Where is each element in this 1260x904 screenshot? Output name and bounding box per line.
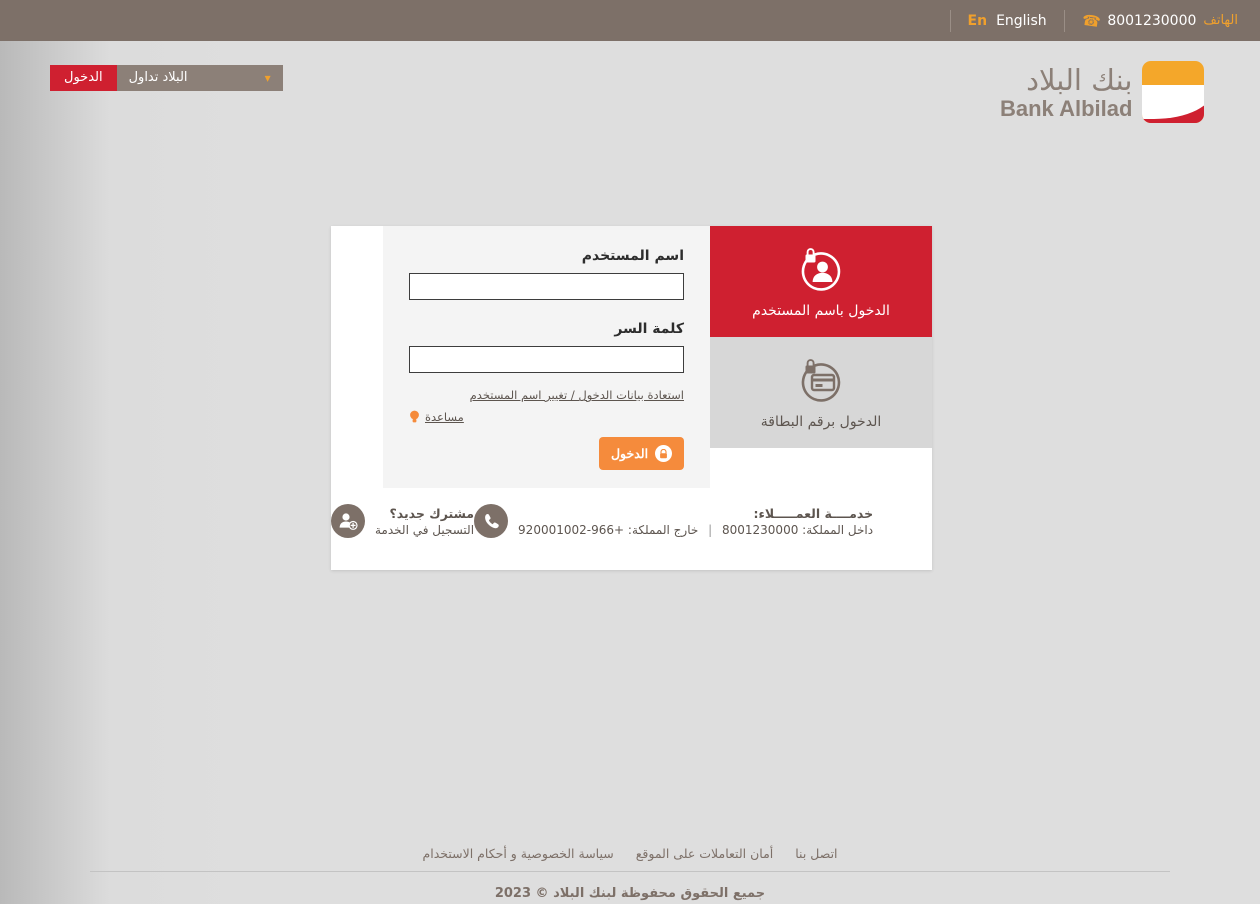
header-nav: الدخول البلاد تداول ▾ — [50, 65, 287, 91]
login-submit-button[interactable]: الدخول — [599, 437, 684, 470]
phone-circle-icon — [474, 504, 509, 538]
phone-icon: ☎ — [1080, 10, 1102, 31]
footer-link-privacy[interactable]: سياسة الخصوصية و أحكام الاستخدام — [422, 846, 613, 861]
tab-login-username-label: الدخول باسم المستخدم — [752, 302, 890, 319]
username-label: اسم المستخدم — [581, 248, 684, 264]
trade-dropdown[interactable]: البلاد تداول ▾ — [116, 65, 283, 91]
footer-links: سياسة الخصوصية و أحكام الاستخدام أمان ال… — [90, 846, 1170, 872]
logo-english-text: Bank Albilad — [1000, 96, 1133, 121]
chevron-down-icon: ▾ — [264, 71, 271, 85]
header-login-button[interactable]: الدخول — [50, 65, 117, 91]
lightbulb-icon — [410, 410, 419, 423]
customer-service-numbers: داخل المملكة: 8001230000 | خارج المملكة:… — [518, 523, 873, 537]
card-lock-icon — [801, 358, 841, 402]
bank-logo[interactable]: بنك البلاد Bank Albilad — [1000, 61, 1205, 123]
card-footer-strip: مشترك جديد؟ التسجيل في الخدمة خدمــــة ا… — [331, 488, 932, 538]
tab-login-card-label: الدخول برقم البطاقة — [760, 413, 882, 430]
login-form: اسم المستخدم كلمة السر استعادة بيانات ال… — [383, 226, 710, 488]
topbar-phone: الهاتف 8001230000 ☎ — [1080, 10, 1238, 31]
login-submit-label: الدخول — [610, 447, 649, 461]
add-user-icon — [331, 504, 365, 538]
tab-login-username[interactable]: الدخول باسم المستخدم — [699, 226, 932, 337]
language-switcher[interactable]: English En — [968, 13, 1047, 29]
password-input[interactable] — [409, 346, 684, 373]
logo-mark-icon — [1142, 61, 1205, 123]
customer-service-block: خدمــــة العمـــــلاء: داخل المملكة: 800… — [474, 504, 873, 538]
page-footer: سياسة الخصوصية و أحكام الاستخدام أمان ال… — [90, 846, 1170, 901]
inside-kingdom-label: داخل المملكة: — [802, 522, 874, 537]
new-subscriber-subtitle[interactable]: التسجيل في الخدمة — [375, 523, 474, 537]
user-lock-icon — [801, 247, 841, 291]
customer-service-title: خدمــــة العمـــــلاء: — [753, 505, 874, 521]
login-method-tabs: الدخول باسم المستخدم الدخول برقم البطاقة — [699, 226, 932, 488]
numbers-separator: | — [708, 522, 713, 537]
trade-dropdown-label: البلاد تداول — [128, 70, 188, 85]
form-links: استعادة بيانات الدخول / تغيير اسم المستخ… — [409, 388, 684, 424]
logo-arabic-text: بنك البلاد — [1026, 63, 1133, 97]
language-label[interactable]: English — [996, 13, 1047, 29]
footer-link-security[interactable]: أمان التعاملات على الموقع — [636, 846, 774, 861]
footer-link-contact[interactable]: اتصل بنا — [795, 846, 837, 861]
new-subscriber-block[interactable]: مشترك جديد؟ التسجيل في الخدمة — [331, 504, 474, 538]
inside-kingdom-number: 8001230000 — [721, 522, 799, 537]
password-label: كلمة السر — [614, 321, 684, 337]
topbar-phone-label: الهاتف — [1203, 13, 1238, 28]
top-utility-bar: الهاتف 8001230000 ☎ English En — [0, 0, 1260, 41]
topbar-phone-number: 8001230000 — [1107, 12, 1197, 29]
site-header: الدخول البلاد تداول ▾ بنك البلاد Bank Al… — [0, 41, 1260, 156]
username-input[interactable] — [409, 273, 684, 300]
topbar-divider-1 — [1063, 9, 1065, 32]
language-short-label[interactable]: En — [968, 13, 988, 29]
tab-login-card[interactable]: الدخول برقم البطاقة — [710, 337, 932, 448]
outside-kingdom-label: خارج المملكة: — [627, 522, 699, 537]
help-link[interactable]: مساعدة — [425, 410, 464, 424]
recover-credentials-link[interactable]: استعادة بيانات الدخول / تغيير اسم المستخ… — [409, 388, 684, 402]
login-card: الدخول باسم المستخدم الدخول برقم البطاقة… — [331, 226, 932, 570]
outside-kingdom-number: +966-920001002 — [518, 522, 625, 537]
new-subscriber-title: مشترك جديد؟ — [389, 505, 475, 521]
footer-copyright: جميع الحقوق محفوظة لبنك البلاد © 2023 — [494, 886, 766, 901]
topbar-divider-2 — [949, 9, 951, 32]
lock-icon — [655, 445, 673, 462]
